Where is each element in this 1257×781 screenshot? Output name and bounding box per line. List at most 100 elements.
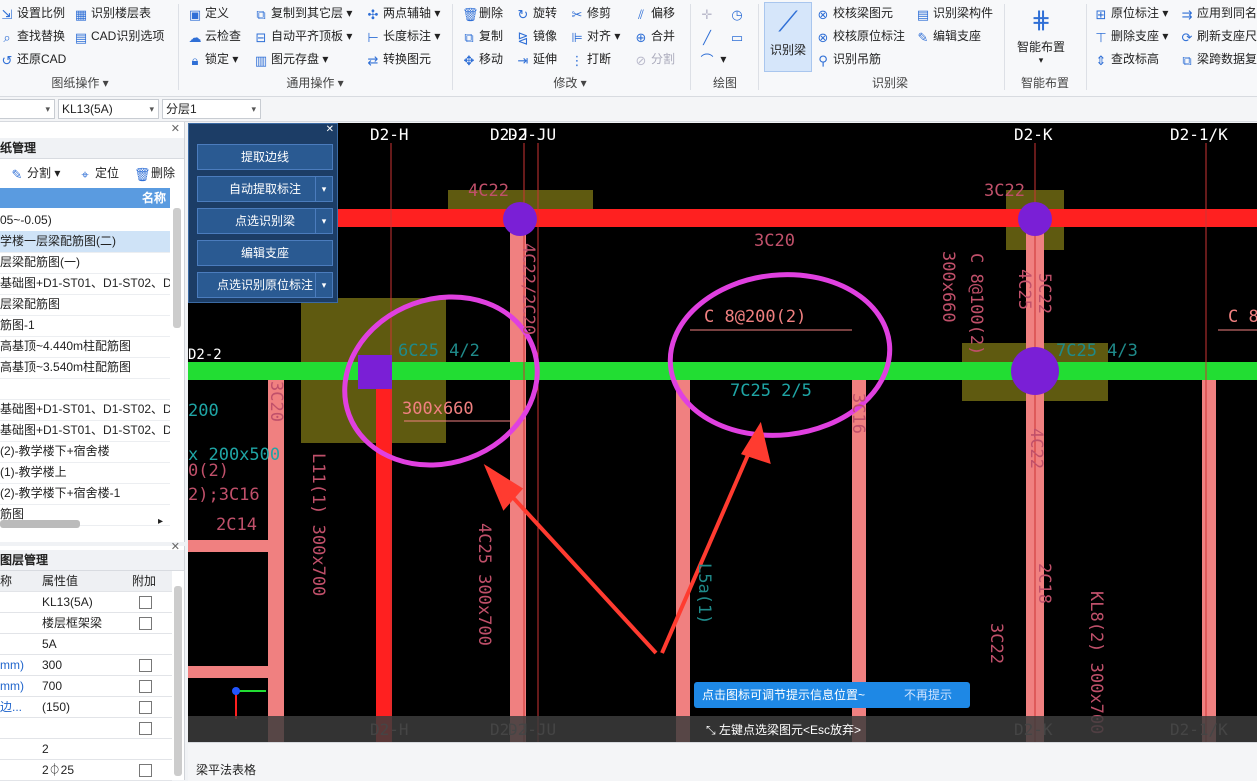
hint-tooltip[interactable]: 点击图标可调节提示信息位置~ 不再提示 — [694, 682, 970, 708]
drawing-list-item[interactable]: 高基顶~3.540m柱配筋图 — [0, 357, 170, 379]
attach-checkbox[interactable] — [139, 596, 152, 609]
group-label-general-ops[interactable]: 通用操作 ▾ — [270, 74, 360, 91]
auto-extract-label-button[interactable]: 自动提取标注 ▾ — [197, 176, 333, 202]
copy-span-data-button[interactable]: ⧉ 梁跨数据复 — [1180, 50, 1257, 68]
convert-element-button[interactable]: ⇄ 转换图元 — [366, 50, 431, 68]
drawing-list-item[interactable]: 层梁配筋图(一) — [0, 252, 170, 274]
chevron-down-icon[interactable]: ▾ — [315, 209, 332, 233]
save-element-button[interactable]: ▥ 图元存盘 ▾ — [254, 50, 329, 68]
align-button[interactable]: ⊫ 对齐 ▾ — [570, 27, 620, 45]
define-button[interactable]: ▣ 定义 — [188, 4, 229, 22]
point-recognize-beam-button[interactable]: 点选识别梁 ▾ — [197, 208, 333, 234]
attach-checkbox[interactable] — [139, 701, 152, 714]
line-draw-icon[interactable]: ╱ — [700, 27, 717, 45]
recognize-floor-table-button[interactable]: ▦ 识别楼层表 — [74, 4, 151, 22]
layer-select[interactable]: 分层1 ▾ — [162, 99, 261, 119]
property-value[interactable]: 楼层框架梁 — [42, 613, 124, 633]
chevron-down-icon[interactable]: ▾ — [315, 177, 332, 201]
lock-button[interactable]: 🔒︎ 锁定 ▾ — [188, 50, 239, 68]
recognize-beam-member-button[interactable]: ▤ 识别梁构件 — [916, 4, 993, 22]
group-label-modify[interactable]: 修改 ▾ — [540, 74, 600, 91]
edit-support-button[interactable]: ✎ 编辑支座 — [916, 27, 981, 45]
property-row[interactable]: mm) 300 — [0, 655, 172, 676]
check-in-situ-button[interactable]: ⊗ 校核原位标注 — [816, 27, 905, 45]
cad-canvas[interactable]: D2-HD2-JD2-JUD2-KD2-1/K D2-HD2-JD2-JUD2-… — [188, 123, 1257, 742]
refresh-support-button[interactable]: ⟳ 刷新支座尺 — [1180, 27, 1257, 45]
arc-draw-icon[interactable]: ⌒ ▾ — [700, 50, 726, 68]
property-row[interactable] — [0, 718, 172, 739]
extract-edge-button[interactable]: 提取边线 — [197, 144, 333, 170]
delete-button[interactable]: 🗑︎删除 — [462, 4, 503, 22]
rotate-button[interactable]: ↻ 旋转 — [516, 4, 557, 22]
vertical-scrollbar[interactable] — [174, 586, 182, 776]
property-value[interactable]: 5A — [42, 634, 124, 654]
property-value[interactable]: 700 — [42, 676, 124, 696]
restore-cad-button[interactable]: ↺ 还原CAD — [0, 50, 67, 68]
circle-draw-icon[interactable]: ◷ — [730, 4, 747, 22]
point-recognize-in-situ-button[interactable]: 点选识别原位标注 ▾ — [197, 272, 333, 298]
attach-checkbox[interactable] — [139, 722, 152, 735]
find-replace-button[interactable]: ⌕ 查找替换 — [0, 27, 65, 45]
copy-button[interactable]: ⧉ 复制 — [462, 27, 503, 45]
in-situ-mark-button[interactable]: ⊞ 原位标注 ▾ — [1094, 4, 1169, 22]
close-icon[interactable]: ✕ — [326, 124, 334, 135]
drawing-list-item[interactable]: 层梁配筋图 — [0, 294, 170, 316]
cloud-check-button[interactable]: ☁ 云检查 — [188, 27, 242, 45]
split-drawing-button[interactable]: ✎ 分割 ▾ — [10, 164, 61, 182]
property-row[interactable]: 2 — [0, 739, 172, 760]
property-row[interactable]: 5A — [0, 634, 172, 655]
two-point-axis-button[interactable]: ✣ 两点辅轴 ▾ — [366, 4, 441, 22]
dont-show-again-link[interactable]: 不再提示 — [904, 682, 952, 708]
auto-align-slab-button[interactable]: ⊟ 自动平齐顶板 ▾ — [254, 27, 353, 45]
merge-button[interactable]: ⊕ 合并 — [634, 27, 675, 45]
recognize-beam-button[interactable]: ⟋ 识别梁 — [764, 2, 812, 72]
close-icon[interactable]: ✕ — [171, 540, 180, 553]
copy-to-layer-button[interactable]: ⧉ 复制到其它层 ▾ — [254, 4, 352, 22]
delete-support-button[interactable]: ⊤ 删除支座 ▾ — [1094, 27, 1168, 45]
drawing-list-item[interactable] — [0, 378, 170, 400]
property-value[interactable]: 300 — [42, 655, 124, 675]
drawing-list-item[interactable]: 基础图+D1-ST01、D1-ST02、D — [0, 420, 170, 442]
property-row[interactable]: 边... (150) — [0, 697, 172, 718]
attach-checkbox[interactable] — [139, 764, 152, 777]
close-icon[interactable]: ✕ — [171, 122, 180, 135]
smart-layout-button[interactable]: ⋕ 智能布置 ▾ — [1012, 4, 1070, 70]
property-value[interactable]: KL13(5A) — [42, 592, 124, 612]
split-button[interactable]: ⊘ 分割 — [634, 50, 675, 68]
chevron-down-icon[interactable]: ▾ — [315, 273, 332, 297]
group-label-drawing-ops[interactable]: 图纸操作 ▾ — [40, 74, 120, 91]
horizontal-scrollbar[interactable] — [0, 520, 80, 528]
locate-button[interactable]: ⌖ 定位 — [78, 164, 119, 182]
break-button[interactable]: ⋮ 打断 — [570, 50, 612, 68]
drawing-list-item[interactable]: (2)-教学楼下+宿舍楼 — [0, 441, 170, 463]
property-value[interactable]: 2⏀25 — [42, 760, 124, 780]
extend-button[interactable]: ⇥ 延伸 — [516, 50, 557, 68]
attach-checkbox[interactable] — [139, 680, 152, 693]
move-button[interactable]: ✥ 移动 — [462, 50, 503, 68]
attach-checkbox[interactable] — [139, 617, 152, 630]
point-draw-icon[interactable]: ✛ — [700, 4, 717, 22]
drawing-list-item[interactable]: 基础图+D1-ST01、D1-ST02、D — [0, 399, 170, 421]
property-value[interactable]: 2 — [42, 739, 124, 759]
rect-draw-icon[interactable]: ▭ — [730, 27, 747, 45]
property-row[interactable]: 楼层框架梁 — [0, 613, 172, 634]
property-row[interactable]: KL13(5A) — [0, 592, 172, 613]
drawing-list-item[interactable]: (2)-教学楼下+宿舍楼-1 — [0, 483, 170, 505]
recognize-hanger-button[interactable]: ⚲ 识别吊筋 — [816, 50, 881, 68]
property-row[interactable]: 2⏀25 — [0, 760, 172, 781]
edit-support-panel-button[interactable]: 编辑支座 — [197, 240, 333, 266]
delete-drawing-button[interactable]: 🗑︎删除 — [134, 164, 175, 182]
check-beam-button[interactable]: ⊗ 校核梁图元 — [816, 4, 893, 22]
apply-same-name-button[interactable]: ⇉ 应用到同名 — [1180, 4, 1257, 22]
mirror-button[interactable]: ⧎ 镜像 — [516, 27, 557, 45]
attach-checkbox[interactable] — [139, 659, 152, 672]
vertical-scrollbar[interactable] — [173, 208, 181, 328]
drawing-list-item[interactable]: (1)-教学楼上 — [0, 462, 170, 484]
drawing-list-item[interactable]: 05~-0.05) — [0, 210, 170, 232]
property-row[interactable]: mm) 700 — [0, 676, 172, 697]
drawing-list-item[interactable]: 筋图-1 — [0, 315, 170, 337]
drawing-list-item[interactable]: 学楼一层梁配筋图(二) — [0, 231, 170, 253]
property-value[interactable]: (150) — [42, 697, 124, 717]
chevron-right-icon[interactable]: ▸ — [158, 516, 163, 527]
length-dimension-button[interactable]: ⊢ 长度标注 ▾ — [366, 27, 440, 45]
